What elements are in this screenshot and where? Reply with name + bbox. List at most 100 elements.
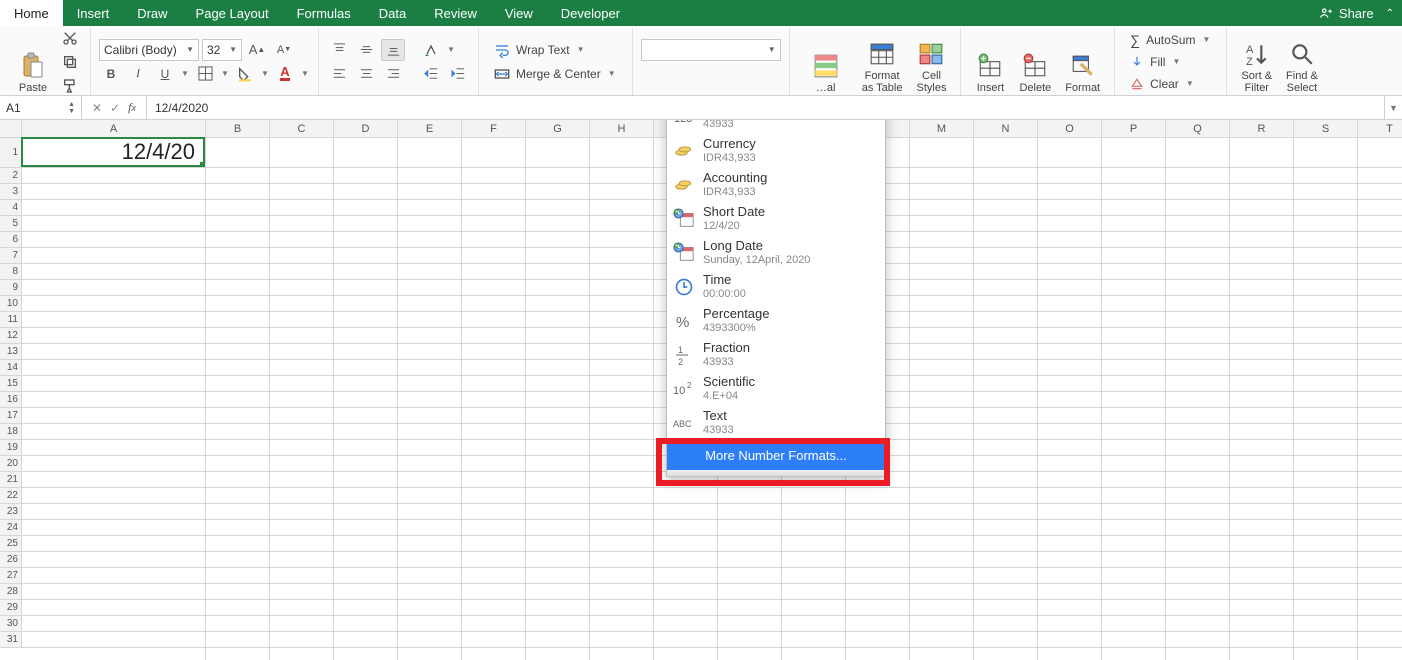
fill-color-button[interactable]	[233, 63, 257, 85]
font-color-dropdown[interactable]: ▼	[300, 63, 310, 85]
row-header-8[interactable]: 8	[0, 264, 22, 280]
row-header-27[interactable]: 27	[0, 568, 22, 584]
row-header-26[interactable]: 26	[0, 552, 22, 568]
align-center-button[interactable]	[354, 63, 378, 85]
col-header-Q[interactable]: Q	[1166, 120, 1230, 138]
autosum-dropdown[interactable]: ▼	[1201, 29, 1211, 51]
col-header-E[interactable]: E	[398, 120, 462, 138]
format-painter-button[interactable]	[58, 75, 82, 97]
clear-button[interactable]: Clear▼	[1123, 74, 1218, 94]
formula-expand-button[interactable]: ▼	[1384, 96, 1402, 119]
align-left-button[interactable]	[327, 63, 351, 85]
tab-page-layout[interactable]: Page Layout	[182, 0, 283, 26]
merge-dropdown[interactable]: ▼	[607, 63, 617, 85]
tab-developer[interactable]: Developer	[547, 0, 634, 26]
paste-button[interactable]: Paste	[12, 30, 54, 94]
row-header-3[interactable]: 3	[0, 184, 22, 200]
merge-center-button[interactable]: Merge & Center ▼	[487, 63, 624, 85]
row-header-23[interactable]: 23	[0, 504, 22, 520]
number-format-option-currency[interactable]: CurrencyIDR43,933	[667, 134, 885, 168]
col-header-N[interactable]: N	[974, 120, 1038, 138]
align-middle-button[interactable]	[354, 39, 378, 61]
decrease-indent-button[interactable]	[419, 63, 443, 85]
col-header-C[interactable]: C	[270, 120, 334, 138]
fill-dropdown[interactable]: ▼	[1171, 51, 1181, 73]
select-all-corner[interactable]	[0, 120, 22, 138]
row-header-20[interactable]: 20	[0, 456, 22, 472]
font-color-button[interactable]: A	[273, 63, 297, 85]
clear-dropdown[interactable]: ▼	[1185, 73, 1195, 95]
row-header-2[interactable]: 2	[0, 168, 22, 184]
format-cells-button[interactable]: Format	[1059, 30, 1106, 94]
tab-review[interactable]: Review	[420, 0, 491, 26]
sort-filter-button[interactable]: AZ Sort & Filter	[1235, 30, 1278, 94]
increase-indent-button[interactable]	[446, 63, 470, 85]
bold-button[interactable]: B	[99, 63, 123, 85]
col-header-D[interactable]: D	[334, 120, 398, 138]
row-header-14[interactable]: 14	[0, 360, 22, 376]
number-format-option-long-date[interactable]: +Long DateSunday, 12April, 2020	[667, 236, 885, 270]
name-box-stepper[interactable]: ▲▼	[68, 101, 75, 115]
wrap-text-button[interactable]: Wrap Text ▼	[487, 39, 624, 61]
format-as-table-button[interactable]: Format as Table	[856, 30, 909, 94]
col-header-H[interactable]: H	[590, 120, 654, 138]
tab-insert[interactable]: Insert	[63, 0, 124, 26]
col-header-P[interactable]: P	[1102, 120, 1166, 138]
cut-button[interactable]	[58, 27, 82, 49]
cancel-formula-button[interactable]: ✕	[92, 101, 102, 115]
underline-dropdown[interactable]: ▼	[180, 63, 190, 85]
row-header-29[interactable]: 29	[0, 600, 22, 616]
underline-button[interactable]: U	[153, 63, 177, 85]
row-header-15[interactable]: 15	[0, 376, 22, 392]
row-header-11[interactable]: 11	[0, 312, 22, 328]
borders-dropdown[interactable]: ▼	[220, 63, 230, 85]
col-header-T[interactable]: T	[1358, 120, 1402, 138]
share-button[interactable]: Share ⌃	[1311, 0, 1402, 26]
number-format-option-accounting[interactable]: AccountingIDR43,933	[667, 168, 885, 202]
align-bottom-button[interactable]	[381, 39, 405, 61]
tab-data[interactable]: Data	[365, 0, 420, 26]
col-header-O[interactable]: O	[1038, 120, 1102, 138]
number-format-option-scientific[interactable]: 102Scientific4.E+04	[667, 372, 885, 406]
number-format-option-time[interactable]: Time00:00:00	[667, 270, 885, 304]
col-header-S[interactable]: S	[1294, 120, 1358, 138]
fill-button[interactable]: Fill▼	[1123, 52, 1218, 72]
tab-formulas[interactable]: Formulas	[283, 0, 365, 26]
row-header-10[interactable]: 10	[0, 296, 22, 312]
row-header-28[interactable]: 28	[0, 584, 22, 600]
row-header-13[interactable]: 13	[0, 344, 22, 360]
borders-button[interactable]	[193, 63, 217, 85]
row-header-18[interactable]: 18	[0, 424, 22, 440]
col-header-M[interactable]: M	[910, 120, 974, 138]
more-number-formats-button[interactable]: More Number Formats...	[667, 440, 885, 470]
delete-cells-button[interactable]: Delete	[1013, 30, 1057, 94]
row-header-25[interactable]: 25	[0, 536, 22, 552]
row-header-24[interactable]: 24	[0, 520, 22, 536]
row-header-19[interactable]: 19	[0, 440, 22, 456]
orientation-button[interactable]	[419, 39, 443, 61]
conditional-formatting-button[interactable]: …al	[798, 30, 854, 94]
orientation-dropdown[interactable]: ▼	[446, 39, 456, 61]
decrease-font-button[interactable]: A▼	[272, 39, 296, 61]
col-header-F[interactable]: F	[462, 120, 526, 138]
row-header-1[interactable]: 1	[0, 138, 22, 168]
row-header-30[interactable]: 30	[0, 616, 22, 632]
number-format-option-number[interactable]: 123Number43933	[667, 120, 885, 134]
align-top-button[interactable]	[327, 39, 351, 61]
col-header-A[interactable]: A	[22, 120, 206, 138]
font-name-select[interactable]: Calibri (Body)▼	[99, 39, 199, 61]
align-right-button[interactable]	[381, 63, 405, 85]
row-header-31[interactable]: 31	[0, 632, 22, 648]
number-format-select[interactable]: ▼	[641, 39, 781, 61]
row-header-7[interactable]: 7	[0, 248, 22, 264]
col-header-G[interactable]: G	[526, 120, 590, 138]
formula-input[interactable]: 12/4/2020	[147, 96, 1384, 119]
number-format-option-text[interactable]: ABCText43933	[667, 406, 885, 440]
font-size-select[interactable]: 32▼	[202, 39, 242, 61]
row-header-22[interactable]: 22	[0, 488, 22, 504]
increase-font-button[interactable]: A▲	[245, 39, 269, 61]
row-header-21[interactable]: 21	[0, 472, 22, 488]
row-header-6[interactable]: 6	[0, 232, 22, 248]
number-format-option-fraction[interactable]: 12Fraction43933	[667, 338, 885, 372]
number-format-option-short-date[interactable]: +Short Date12/4/20	[667, 202, 885, 236]
